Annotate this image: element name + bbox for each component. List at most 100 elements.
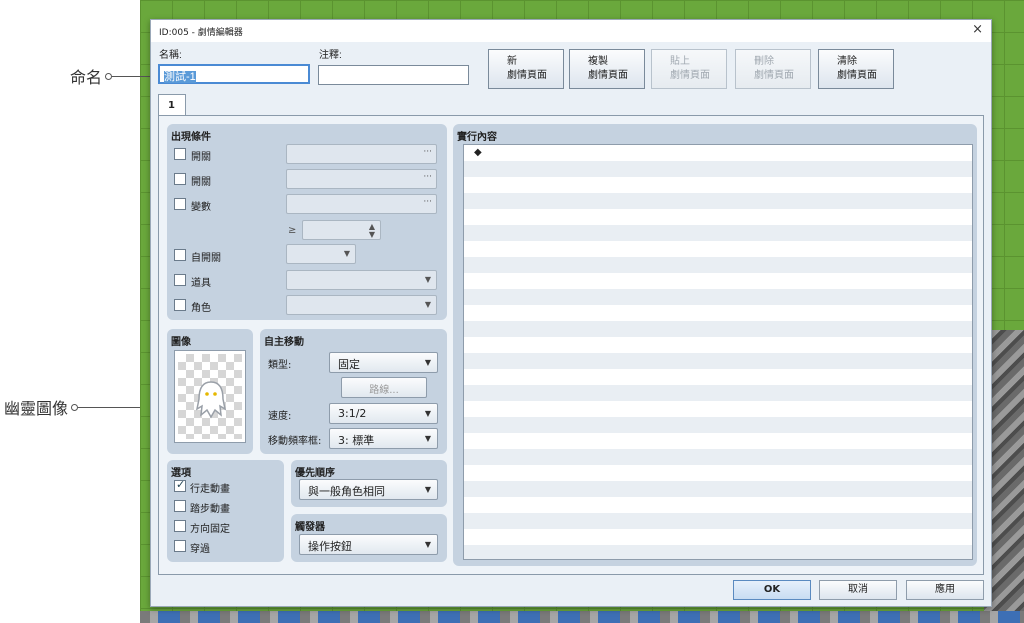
spinner-down-icon[interactable]: ▼ [369,230,375,239]
tab-page-1[interactable]: 1 [158,94,186,116]
frequency-label: 移動頻率框: [268,436,322,447]
delete-page-line2: 劇情頁面 [754,70,794,81]
ellipsis-icon: ··· [423,147,432,157]
self-switch-select[interactable]: ▼ [286,244,356,264]
through-label: 穿過 [190,544,210,555]
stepping-anim-checkbox[interactable] [174,500,186,512]
direction-fix-checkbox[interactable] [174,520,186,532]
cancel-button[interactable]: 取消 [819,580,897,600]
event-editor-dialog: ID:005 - 劇情編輯器 × 名稱: 測試-1 注釋: 新 劇情頁面 複製 … [150,19,992,607]
chevron-down-icon: ▼ [424,300,431,309]
item-checkbox[interactable] [174,274,186,286]
clear-page-line1: 清除 [837,56,857,67]
priority-select[interactable]: 與一般角色相同 ▼ [299,479,438,500]
copy-page-line2: 劇情頁面 [588,70,628,81]
route-button[interactable]: 路線... [341,377,427,398]
switch2-checkbox[interactable] [174,173,186,185]
paste-page-line2: 劇情頁面 [670,70,710,81]
ge-symbol: ≥ [288,225,297,236]
trigger-title: 觸發器 [295,522,325,533]
copy-page-button[interactable]: 複製 劇情頁面 [569,49,645,89]
paste-page-line1: 貼上 [670,56,690,67]
chevron-down-icon: ▼ [424,540,431,549]
switch2-label: 開關 [191,177,211,188]
delete-page-button[interactable]: 刪除 劇情頁面 [735,49,811,89]
contents-group: 實行內容 ◆ [453,124,977,566]
switch1-checkbox[interactable] [174,148,186,160]
actor-checkbox[interactable] [174,299,186,311]
direction-fix-label: 方向固定 [190,524,230,535]
ellipsis-icon: ··· [423,197,432,207]
paste-page-button[interactable]: 貼上 劇情頁面 [651,49,727,89]
callout-line [78,406,141,408]
new-page-line2: 劇情頁面 [507,70,547,81]
callout-dot [105,72,113,80]
clear-page-line2: 劇情頁面 [837,70,877,81]
title-bar: ID:005 - 劇情編輯器 × [151,20,991,42]
actor-select[interactable]: ▼ [286,295,437,315]
conditions-title: 出現條件 [171,132,211,143]
priority-value: 與一般角色相同 [308,485,385,498]
walking-anim-checkbox[interactable] [174,478,186,492]
variable-checkbox[interactable] [174,198,186,210]
self-switch-checkbox[interactable] [174,249,186,261]
variable-value-spinner[interactable]: ▲ ▼ [302,220,381,240]
autonomous-title: 自主移動 [264,337,304,348]
callout-ghost: 幽靈圖像 [4,395,141,419]
speed-label: 速度: [268,411,292,422]
command-marker[interactable]: ◆ [474,147,482,158]
clear-page-button[interactable]: 清除 劇情頁面 [818,49,894,89]
type-label: 類型: [268,360,292,371]
priority-title: 優先順序 [295,468,335,479]
priority-group: 優先順序 與一般角色相同 ▼ [291,460,447,507]
walking-anim-label: 行走動畫 [190,484,230,495]
chevron-down-icon: ▼ [424,409,431,418]
copy-page-line1: 複製 [588,56,608,67]
contents-title: 實行內容 [457,132,497,143]
trigger-select[interactable]: 操作按鈕 ▼ [299,534,438,555]
switch1-field[interactable]: ··· [286,144,437,164]
callout-dot [71,403,79,411]
window-title: ID:005 - 劇情編輯器 [159,27,243,38]
ellipsis-icon: ··· [423,172,432,182]
trigger-group: 觸發器 操作按鈕 ▼ [291,514,447,562]
item-label: 道具 [191,278,211,289]
speed-value: 3:1/2 [338,407,367,420]
variable-field[interactable]: ··· [286,194,437,214]
map-bottom-strip [140,611,1024,623]
stepping-anim-label: 踏步動畫 [190,504,230,515]
new-page-button[interactable]: 新 劇情頁面 [488,49,564,89]
conditions-group: 出現條件 開關 ··· 開關 ··· 變數 ··· ≥ ▲ ▼ 自開關 ▼ 道具… [167,124,447,320]
event-command-list[interactable]: ◆ [463,144,973,560]
image-preview[interactable] [174,350,246,443]
name-field[interactable]: 測試-1 [158,64,310,84]
actor-label: 角色 [191,303,211,314]
through-checkbox[interactable] [174,540,186,552]
chevron-down-icon: ▼ [424,275,431,284]
name-value: 測試-1 [164,71,196,83]
switch2-field[interactable]: ··· [286,169,437,189]
chevron-down-icon: ▼ [424,434,431,443]
note-field[interactable] [318,65,469,85]
ghost-icon [195,381,227,419]
frequency-select[interactable]: 3: 標準 ▼ [329,428,438,449]
image-group: 圖像 [167,329,253,454]
item-select[interactable]: ▼ [286,270,437,290]
callout-ghost-label: 幽靈圖像 [4,399,69,418]
chevron-down-icon: ▼ [424,358,431,367]
apply-button[interactable]: 應用 [906,580,984,600]
note-label: 注釋: [319,50,342,61]
switch1-label: 開關 [191,152,211,163]
self-switch-label: 自開關 [191,253,221,264]
callout-name-label: 命名 [70,68,103,87]
options-group: 選項 行走動畫 踏步動畫 方向固定 穿過 [167,460,284,562]
name-label: 名稱: [159,50,182,61]
chevron-down-icon: ▼ [424,485,431,494]
ok-button[interactable]: OK [733,580,811,600]
close-icon[interactable]: × [972,22,983,37]
type-select[interactable]: 固定 ▼ [329,352,438,373]
image-title: 圖像 [171,337,191,348]
callout-name: 命名 [70,64,163,88]
delete-page-line1: 刪除 [754,56,774,67]
speed-select[interactable]: 3:1/2 ▼ [329,403,438,424]
